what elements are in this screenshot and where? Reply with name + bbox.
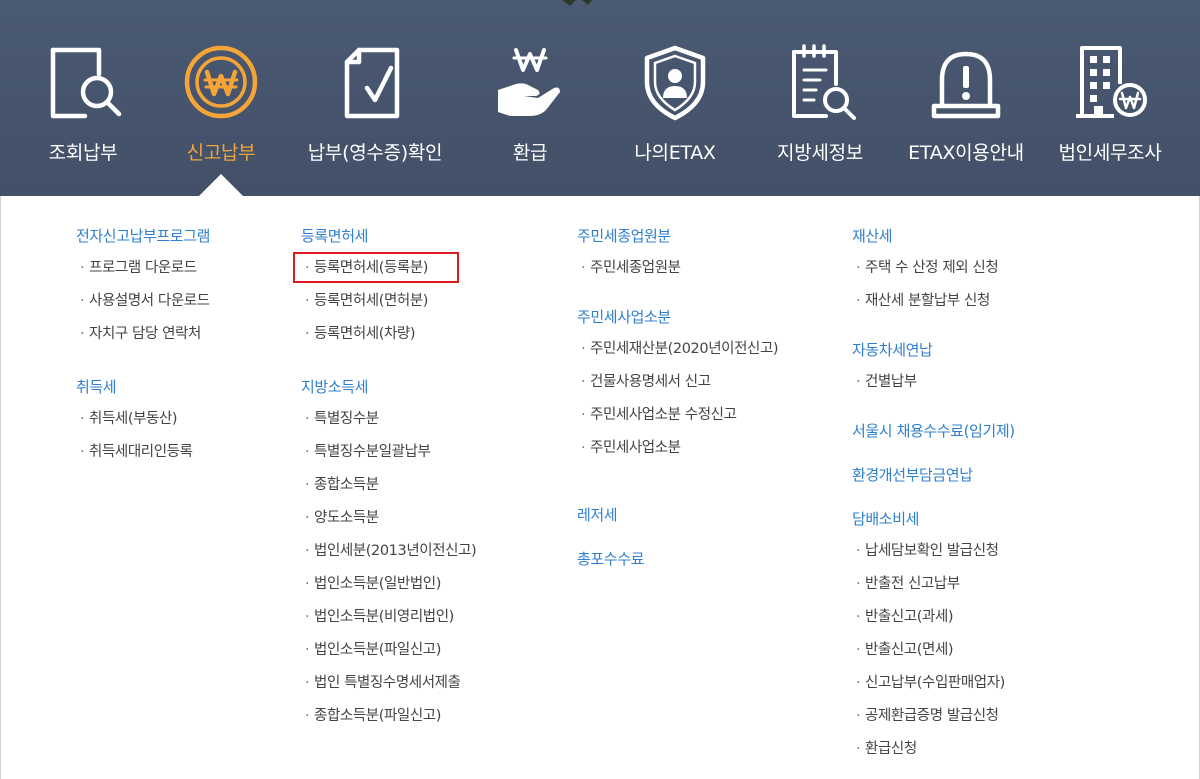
- group-title[interactable]: 서울시 채용수수료(임기제): [852, 419, 1015, 443]
- menu-column-4: 재산세 · 주택 수 산정 제외 신청 · 재산세 분할납부 신청 자동차세연납 ·…: [852, 224, 1015, 779]
- nav-item-my-etax[interactable]: 나의ETAX: [615, 0, 735, 196]
- menu-group: 취득세 · 취득세(부동산) · 취득세대리인등록: [76, 375, 210, 473]
- menu-item[interactable]: · 주민세사업소분: [577, 436, 778, 469]
- nav-label: 조회납부: [48, 142, 118, 164]
- menu-group: 자동차세연납 · 건별납부: [852, 338, 1015, 403]
- menu-group: 서울시 채용수수료(임기제): [852, 419, 1015, 443]
- menu-item[interactable]: · 반출신고(면세): [852, 638, 1015, 671]
- group-title[interactable]: 지방소득세: [301, 375, 476, 399]
- menu-item[interactable]: · 법인소득분(파일신고): [301, 638, 476, 671]
- won-hand-icon: [488, 40, 572, 124]
- red-highlight-box: [293, 252, 459, 283]
- menu-item[interactable]: · 건별납부: [852, 370, 1015, 403]
- group-title[interactable]: 주민세종업원분: [577, 224, 778, 248]
- document-check-icon: [333, 40, 417, 124]
- nav-label: 신고납부: [186, 142, 256, 164]
- nav-label: 환급: [512, 142, 548, 164]
- menu-item[interactable]: · 특별징수분: [301, 407, 476, 440]
- user-shield-icon: [633, 40, 717, 124]
- menu-item[interactable]: · 자치구 담당 연락처: [76, 322, 210, 355]
- menu-item[interactable]: · 신고납부(수입판매업자): [852, 671, 1015, 704]
- menu-item[interactable]: · 등록면허세(차량): [301, 322, 476, 355]
- menu-item[interactable]: · 법인소득분(비영리법인): [301, 605, 476, 638]
- notepad-search-icon: [778, 40, 862, 124]
- menu-item[interactable]: · 취득세(부동산): [76, 407, 210, 440]
- menu-column-1: 전자신고납부프로그램 · 프로그램 다운로드 · 사용설명서 다운로드 · 자치구 담…: [76, 224, 210, 495]
- menu-item[interactable]: · 주민세사업소분 수정신고: [577, 403, 778, 436]
- menu-item[interactable]: · 환급신청: [852, 737, 1015, 770]
- menu-group: 레저세: [577, 503, 778, 527]
- group-title[interactable]: 담배소비세: [852, 507, 1015, 531]
- menu-group: 등록면허세 · 등록면허세(등록분) · 등록면허세(면허분) · 등록면허세(차량): [293, 224, 476, 355]
- group-title[interactable]: 레저세: [577, 503, 778, 527]
- nav-item-refund[interactable]: 환급: [485, 0, 575, 196]
- menu-group: 주민세사업소분 · 주민세재산분(2020년이전신고) · 건물사용명세서 신고 ·…: [577, 305, 779, 469]
- group-title[interactable]: 재산세: [852, 224, 1015, 248]
- menu-item[interactable]: · 종합소득분(파일신고): [301, 704, 476, 737]
- menu-group: 환경개선부담금연납: [852, 463, 1015, 487]
- nav-item-receipt-check[interactable]: 납부(영수증)확인: [290, 0, 460, 196]
- menu-item[interactable]: · 재산세 분할납부 신청: [852, 289, 1015, 322]
- menu-item[interactable]: · 취득세대리인등록: [76, 440, 210, 473]
- menu-item[interactable]: · 반출신고(과세): [852, 605, 1015, 638]
- menu-item[interactable]: · 프로그램 다운로드: [76, 256, 210, 289]
- group-title[interactable]: 환경개선부담금연납: [852, 463, 1015, 487]
- group-title[interactable]: 등록면허세: [301, 224, 476, 248]
- menu-item[interactable]: · 사용설명서 다운로드: [76, 289, 210, 322]
- menu-group: 전자신고납부프로그램 · 프로그램 다운로드 · 사용설명서 다운로드 · 자치구 담…: [76, 224, 210, 355]
- menu-column-2: 등록면허세 · 등록면허세(등록분) · 등록면허세(면허분) · 등록면허세(차량)…: [293, 224, 477, 759]
- menu-item[interactable]: · 법인세분(2013년이전신고): [301, 539, 477, 572]
- nav-item-report-payment[interactable]: 신고납부: [176, 0, 266, 196]
- menu-group: 담배소비세 · 납세담보확인 발급신청 · 반출전 신고납부 · 반출신고(과세) ·…: [852, 507, 1015, 770]
- submenu-panel: 전자신고납부프로그램 · 프로그램 다운로드 · 사용설명서 다운로드 · 자치구 담…: [0, 196, 1200, 779]
- nav-label: 지방세정보: [777, 142, 863, 164]
- nav-label: 나의ETAX: [634, 142, 716, 164]
- menu-item[interactable]: · 주민세종업원분: [577, 256, 778, 289]
- menu-group: 지방소득세 · 특별징수분 · 특별징수분일괄납부 · 종합소득분 · 양도소득분 · 법…: [301, 375, 477, 737]
- building-won-icon: [1068, 40, 1152, 124]
- nav-label: 법인세무조사: [1058, 142, 1162, 164]
- nav-item-corporate-tax-audit[interactable]: 법인세무조사: [1050, 0, 1170, 196]
- menu-item[interactable]: · 주민세재산분(2020년이전신고): [577, 337, 779, 370]
- menu-item-highlighted[interactable]: · 등록면허세(등록분): [293, 252, 476, 289]
- menu-column-3: 주민세종업원분 · 주민세종업원분 주민세사업소분 · 주민세재산분(2020년이전…: [577, 224, 779, 593]
- menu-item[interactable]: · 종합소득분: [301, 473, 476, 506]
- menu-group: 총포수수료: [577, 547, 778, 571]
- top-navigation: 조회납부 신고납부 납부(영수증)확인 환급 나의ETAX 지방세정보 ETAX…: [0, 0, 1200, 196]
- menu-group: 재산세 · 주택 수 산정 제외 신청 · 재산세 분할납부 신청: [852, 224, 1015, 322]
- nav-label: ETAX이용안내: [908, 142, 1024, 164]
- menu-item[interactable]: · 특별징수분일괄납부: [301, 440, 476, 473]
- group-title[interactable]: 취득세: [76, 375, 210, 399]
- menu-item[interactable]: · 등록면허세(면허분): [301, 289, 476, 322]
- nav-item-inquiry-payment[interactable]: 조회납부: [38, 0, 128, 196]
- menu-item[interactable]: · 공제환급증명 발급신청: [852, 704, 1015, 737]
- active-indicator-caret: [199, 174, 243, 196]
- alert-bell-icon: [924, 40, 1008, 124]
- nav-item-local-tax-info[interactable]: 지방세정보: [765, 0, 875, 196]
- nav-item-etax-guide[interactable]: ETAX이용안내: [896, 0, 1036, 196]
- search-document-icon: [41, 40, 125, 124]
- menu-item[interactable]: · 법인소득분(일반법인): [301, 572, 476, 605]
- group-title[interactable]: 총포수수료: [577, 547, 778, 571]
- group-title[interactable]: 주민세사업소분: [577, 305, 778, 329]
- menu-item[interactable]: · 주택 수 산정 제외 신청: [852, 256, 1015, 289]
- nav-label: 납부(영수증)확인: [307, 142, 443, 164]
- menu-item[interactable]: · 양도소득분: [301, 506, 476, 539]
- won-coin-icon: [179, 40, 263, 124]
- menu-group: 주민세종업원분 · 주민세종업원분: [577, 224, 778, 289]
- menu-item[interactable]: · 반출전 신고납부: [852, 572, 1015, 605]
- group-title[interactable]: 전자신고납부프로그램: [76, 224, 210, 248]
- menu-item[interactable]: · 납세담보확인 발급신청: [852, 539, 1015, 572]
- group-title[interactable]: 자동차세연납: [852, 338, 1015, 362]
- menu-item[interactable]: · 건물사용명세서 신고: [577, 370, 778, 403]
- menu-item[interactable]: · 법인 특별징수명세서제출: [301, 671, 476, 704]
